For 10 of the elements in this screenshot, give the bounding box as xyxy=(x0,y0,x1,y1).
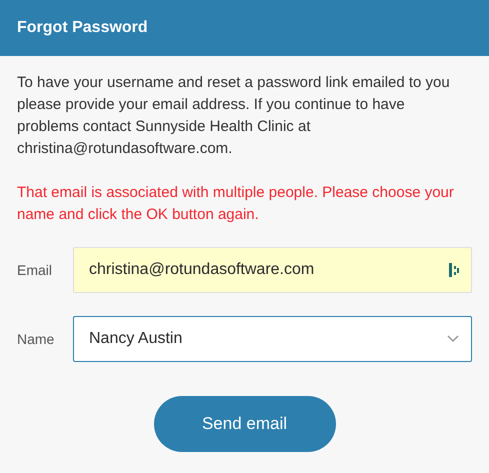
error-message: That email is associated with multiple people. Please choose your name and click the OK button again. xyxy=(17,183,455,225)
name-select[interactable]: Nancy Austin xyxy=(73,316,472,362)
dialog-title: Forgot Password xyxy=(17,18,148,38)
field-label: Email xyxy=(17,260,54,280)
email-field[interactable]: christina@rotundasoftware.com xyxy=(73,247,472,293)
instructions-text: To have your username and reset a password link emailed to you please provide your email address. If you continue to have problems contact Sunnyside Health Clinic at christina@rotundasoftware.com. xyxy=(17,73,451,159)
chevron-down-icon xyxy=(447,335,459,343)
send-email-button[interactable]: Send email xyxy=(154,396,336,452)
password-manager-icon[interactable] xyxy=(449,263,459,277)
field-label: Name xyxy=(17,330,56,348)
